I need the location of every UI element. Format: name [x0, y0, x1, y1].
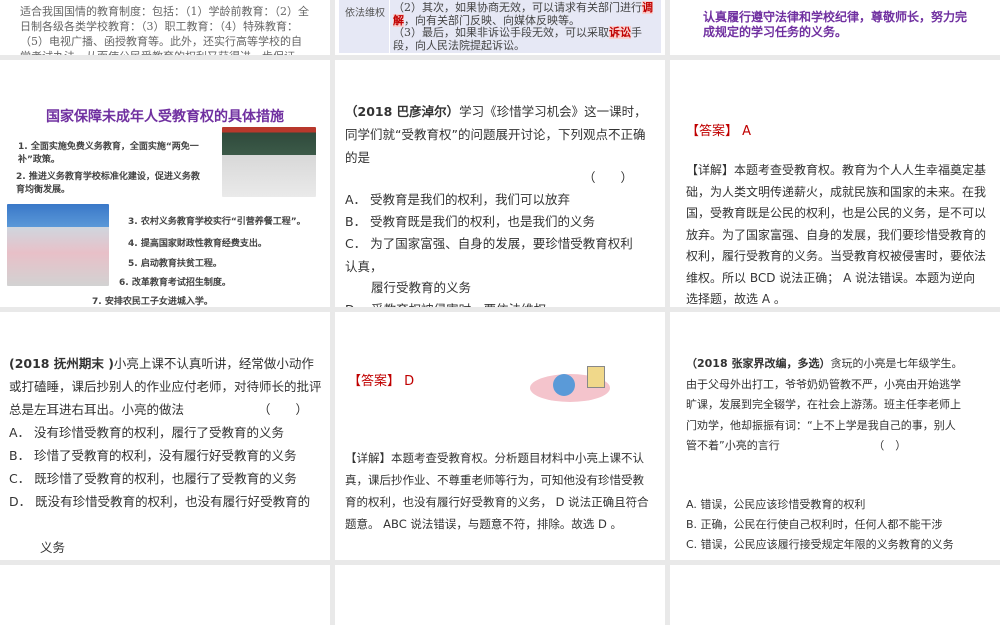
school-lunch-photo [7, 204, 109, 286]
question-source: （2018 张家界改编，多选） [686, 357, 831, 370]
table-line-3: （3）最后，如果非诉讼手段无效，可以采取 [393, 26, 609, 39]
slide-text: 适合我国国情的教育制度：包括：（1）学龄前教育：（2）全日制各级各类学校教育：（… [20, 5, 309, 55]
question-source: （2018 巴彦淖尔） [345, 104, 460, 119]
option-a: A． 受教育是我们的权利，我们可以放弃 [345, 192, 571, 207]
highlight-litigation: 诉讼 [609, 26, 631, 39]
option-c: C． 为了国家富强、自身的发展，要珍惜受教育权利认真， [345, 236, 633, 274]
question-stem: 贪玩的小亮是七年级学生。由于父母外出打工，爷爷奶奶管教不严，小亮由开始逃学旷课，… [686, 357, 963, 452]
slide-thumbnail-9[interactable]: （2018 张家界改编，多选）贪玩的小亮是七年级学生。由于父母外出打工，爷爷奶奶… [670, 312, 1000, 560]
slide-thumbnail-6[interactable]: 【答案】 A 【详解】本题考查受教育权。教育为个人人生幸福奠定基础，为人类文明传… [670, 60, 1000, 307]
slide-text: 认真履行遵守法律和学校纪律，尊敬师长，努力完成规定的学习任务的义务。 [703, 10, 968, 39]
measure-item: 7. 安排农民工子女进城入学。 [92, 297, 213, 307]
answer-detail: 【详解】本题考查受教育权。分析题目材料中小亮上课不认真，课后抄作业、不尊重老师等… [345, 451, 649, 531]
answer-label: 【答案】 A [686, 124, 752, 139]
truant-cartoon [525, 364, 620, 408]
answer-detail: 【详解】本题考查受教育权。教育为个人人生幸福奠定基础，为人类文明传递薪火，成就民… [686, 163, 987, 306]
slide-thumbnail-1[interactable]: 适合我国国情的教育制度：包括：（1）学龄前教育：（2）全日制各级各类学校教育：（… [0, 0, 330, 55]
slide-thumbnail-10[interactable] [0, 565, 330, 625]
option-d-cont: 义务 [40, 540, 66, 555]
measure-item: 5. 启动教育扶贫工程。 [128, 259, 222, 269]
measure-item: 4. 提高国家财政性教育经费支出。 [128, 239, 267, 249]
slide-thumbnail-2[interactable]: 依法维权 （2）其次，如果协商无效，可以请求有关部门进行调解，向有关部门反映、向… [335, 0, 665, 55]
slide-thumbnail-4[interactable]: 国家保障未成年人受教育权的具体措施 1. 全面实施免费义务教育，全面实施“两免一… [0, 60, 330, 307]
answer-paren: （ ） [583, 170, 634, 185]
option-d: D． 受教育权被侵害时，要依法维权 [345, 298, 546, 307]
option-b: B． 珍惜了受教育的权利，没有履行好受教育的义务 [9, 448, 297, 463]
option-b: B． 受教育既是我们的权利，也是我们的义务 [345, 214, 596, 229]
answer-label: 【答案】 D [348, 374, 415, 389]
measure-item: 6. 改革教育考试招生制度。 [119, 278, 231, 288]
slide-thumbnail-7[interactable]: (2018 抚州期末 )小亮上课不认真听讲，经常做小动作或打磕睡，课后抄别人的作… [0, 312, 330, 560]
table-line-2: （2）其次，如果协商无效，可以请求有关部门进行 [393, 1, 642, 14]
slide-thumbnail-5[interactable]: （2018 巴彦淖尔）学习《珍惜学习机会》这一课时，同学们就“受教育权”的问题展… [335, 60, 665, 307]
option-b: B. 正确，公民在行使自己权利时，任何人都不能干涉 [686, 518, 943, 531]
answer-paren: （ ） [258, 402, 309, 417]
measure-item: 2. 推进义务教育学校标准化建设，促进义务教育均衡发展。 [16, 172, 200, 195]
option-a: A. 错误，公民应该珍惜受教育的权利 [686, 498, 866, 511]
option-c-cont: 履行受教育的义务 [371, 280, 472, 295]
slide-title: 国家保障未成年人受教育权的具体措施 [46, 109, 284, 125]
table-label: 依法维权 [345, 8, 385, 19]
rights-table: 依法维权 （2）其次，如果协商无效，可以请求有关部门进行调解，向有关部门反映、向… [339, 0, 661, 53]
option-c: C． 既珍惜了受教育的权利，也履行了受教育的义务 [9, 471, 297, 486]
option-d: D． 既没有珍惜受教育的权利，也没有履行好受教育的 [9, 494, 311, 509]
option-a: A． 没有珍惜受教育的权利，履行了受教育的义务 [9, 425, 285, 440]
option-c: C. 错误，公民应该履行接受规定年限的义务教育的义务 [686, 538, 954, 551]
measure-item: 1. 全面实施免费义务教育，全面实施“两免一补”政策。 [18, 142, 199, 165]
measure-item: 3. 农村义务教育学校实行“引营养餐工程”。 [128, 217, 306, 227]
table-text: （2）其次，如果协商无效，可以请求有关部门进行调解，向有关部门反映、向媒体反映等… [393, 1, 653, 52]
slide-thumbnail-12[interactable] [670, 565, 1000, 625]
slide-thumbnail-8[interactable]: 【答案】 D 【详解】本题考查受教育权。分析题目材料中小亮上课不认真，课后抄作业… [335, 312, 665, 560]
classroom-photo [222, 127, 316, 197]
question-source: (2018 抚州期末 ) [9, 356, 114, 371]
slide-thumbnail-11[interactable] [335, 565, 665, 625]
slide-thumbnail-3[interactable]: 认真履行遵守法律和学校纪律，尊敬师长，努力完成规定的学习任务的义务。 [670, 0, 1000, 55]
